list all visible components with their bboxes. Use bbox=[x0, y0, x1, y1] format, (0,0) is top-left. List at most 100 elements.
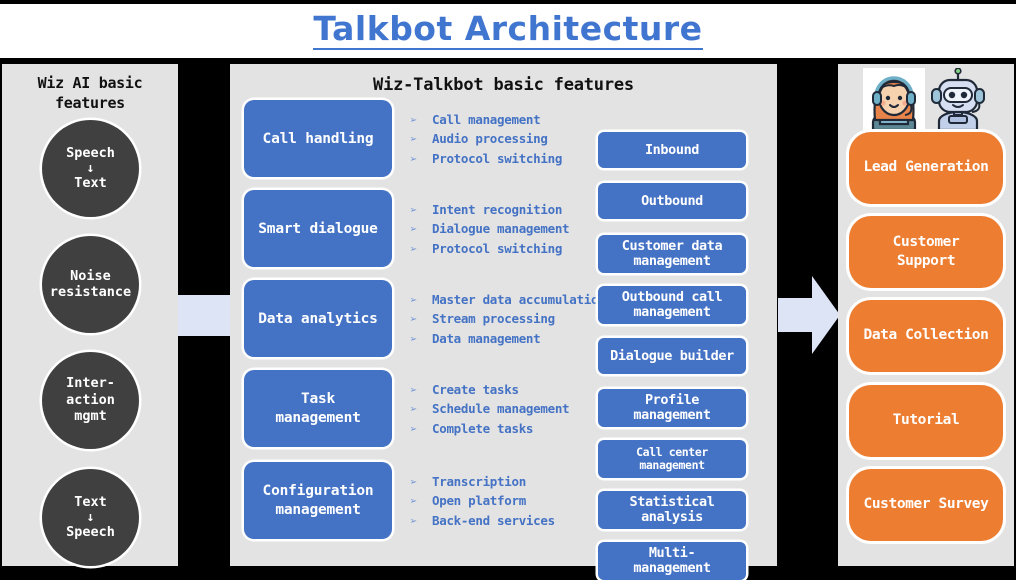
arrow-bullet-icon: ➢ bbox=[410, 132, 417, 147]
circle-label-line1: Noise bbox=[70, 267, 111, 284]
module-chip-dialogue-builder[interactable]: Dialogue builder bbox=[598, 338, 746, 375]
chip-label-line1: Customer data bbox=[621, 238, 723, 255]
circle-label-line2: resistance bbox=[49, 284, 132, 301]
circle-label-line1: Text bbox=[74, 494, 107, 511]
module-chip-list: Inbound Outbound Customer data managemen… bbox=[598, 98, 750, 580]
arrow-bullet-icon: ➢ bbox=[410, 331, 417, 346]
left-panel-heading: Wiz AI basic features bbox=[2, 64, 178, 114]
bullet-text: Protocol switching bbox=[432, 240, 563, 256]
module-chip-statistical-analysis[interactable]: Statistical analysis bbox=[598, 491, 746, 530]
arrow-bullet-icon: ➢ bbox=[410, 151, 417, 166]
chip-label-line1: Outbound call bbox=[621, 289, 723, 306]
use-case-list: Lead Generation Customer Support Data Co… bbox=[838, 132, 1014, 552]
circle-label-line1: Inter- bbox=[66, 375, 115, 392]
feature-box-data-analytics[interactable]: Data analytics bbox=[244, 280, 392, 358]
chip-label-line2: management bbox=[633, 407, 711, 424]
chip-label-line1: Statistical bbox=[629, 494, 715, 511]
use-case-label-line1: Lead Generation bbox=[863, 159, 989, 176]
bullet-text: Back-end services bbox=[432, 512, 555, 528]
arrow-bullet-icon: ➢ bbox=[410, 203, 417, 218]
module-chip-inbound[interactable]: Inbound bbox=[598, 132, 746, 169]
arrow-bullet-icon: ➢ bbox=[410, 312, 417, 327]
bullet-text: Complete tasks bbox=[432, 420, 534, 436]
chip-label-line1: Profile bbox=[644, 392, 700, 409]
arrow-bullet-icon: ➢ bbox=[410, 494, 417, 509]
use-case-customer-survey[interactable]: Customer Survey bbox=[849, 469, 1003, 541]
chip-label-line2: management bbox=[633, 304, 711, 321]
chip-label-line1: Dialogue builder bbox=[610, 347, 734, 364]
bullet-text: Dialogue management bbox=[432, 221, 570, 237]
circle-label-line2: Speech bbox=[66, 523, 115, 540]
chip-label-line2: management bbox=[633, 560, 711, 577]
chip-label-line2: analysis bbox=[641, 509, 703, 526]
arrow-bullet-icon: ➢ bbox=[410, 383, 417, 398]
agent-and-robot-illustration bbox=[838, 64, 1014, 130]
feature-box-label-line1: Configuration bbox=[262, 483, 374, 500]
down-arrow-icon: ↓ bbox=[86, 160, 95, 176]
middle-panel-body: Call handling ➢ Call management ➢ Audio … bbox=[230, 98, 777, 580]
circle-label-line3: mgmt bbox=[74, 408, 107, 425]
use-case-label-line2: Support bbox=[896, 253, 956, 269]
chip-label-line2: management bbox=[639, 458, 705, 473]
bullet-text: Call management bbox=[432, 112, 541, 128]
chip-label-line1: Inbound bbox=[644, 141, 700, 158]
module-chip-customer-data-management[interactable]: Customer data management bbox=[598, 235, 746, 274]
module-chip-profile-management[interactable]: Profile management bbox=[598, 389, 746, 428]
wiz-talkbot-basic-features-panel: Wiz-Talkbot basic features Call handling… bbox=[230, 64, 777, 580]
bullet-text: Protocol switching bbox=[432, 150, 563, 166]
use-case-label-line1: Customer Survey bbox=[863, 496, 989, 513]
use-case-label-line1: Data Collection bbox=[863, 327, 989, 344]
wiz-ai-basic-features-panel: Wiz AI basic features Speech ↓ Text Nois… bbox=[2, 64, 178, 566]
module-chip-outbound-call-management[interactable]: Outbound call management bbox=[598, 286, 746, 325]
feature-box-smart-dialogue[interactable]: Smart dialogue bbox=[244, 190, 392, 268]
use-case-customer-support[interactable]: Customer Support bbox=[849, 216, 1003, 288]
feature-box-label-line2: management bbox=[275, 501, 361, 518]
circle-label-line2: action bbox=[66, 391, 115, 408]
feature-box-label-line1: Task bbox=[300, 391, 336, 408]
bullet-text: Data management bbox=[432, 330, 541, 346]
feature-box-label-line1: Call handling bbox=[262, 130, 374, 147]
down-arrow-icon: ↓ bbox=[86, 509, 95, 525]
feature-box-configuration-management[interactable]: Configuration management bbox=[244, 462, 392, 540]
left-panel-heading-line2: features bbox=[55, 93, 125, 112]
robot-icon bbox=[931, 68, 985, 130]
use-case-label-line1: Customer bbox=[892, 233, 960, 250]
arrow-bullet-icon: ➢ bbox=[410, 222, 417, 237]
use-case-lead-generation[interactable]: Lead Generation bbox=[849, 132, 1003, 204]
call-agent-icon bbox=[863, 68, 925, 130]
use-case-tutorial[interactable]: Tutorial bbox=[849, 385, 1003, 457]
ai-capability-circle[interactable]: Inter- action mgmt bbox=[42, 351, 139, 449]
arrow-bullet-icon: ➢ bbox=[410, 241, 417, 256]
use-case-label-line1: Tutorial bbox=[892, 412, 960, 429]
connector-left-to-middle bbox=[178, 295, 230, 336]
right-arrow-icon bbox=[778, 276, 840, 354]
module-chip-multi-management[interactable]: Multi- management bbox=[598, 542, 746, 580]
bullet-text: Audio processing bbox=[432, 131, 548, 147]
arrow-bullet-icon: ➢ bbox=[410, 513, 417, 528]
bullet-text: Master data accumulation bbox=[432, 292, 606, 308]
ai-capability-circle[interactable]: Noise resistance bbox=[42, 235, 139, 333]
arrow-bullet-icon: ➢ bbox=[410, 293, 417, 308]
bullet-text: Open platform bbox=[432, 493, 526, 509]
use-case-data-collection[interactable]: Data Collection bbox=[849, 300, 1003, 372]
connector-middle-to-right-arrow bbox=[778, 272, 840, 358]
chip-label-line1: Multi- bbox=[648, 545, 696, 562]
module-chip-outbound[interactable]: Outbound bbox=[598, 183, 746, 220]
chip-label-line1: Outbound bbox=[641, 192, 703, 209]
left-panel-heading-line1: Wiz AI basic bbox=[37, 74, 143, 92]
ai-capability-circle-list: Speech ↓ Text Noise resistance Inter- ac… bbox=[2, 119, 178, 566]
circle-label-line1: Speech bbox=[66, 145, 115, 162]
feature-box-task-management[interactable]: Task management bbox=[244, 370, 392, 448]
ai-capability-circle[interactable]: Speech ↓ Text bbox=[42, 119, 139, 217]
bullet-text: Transcription bbox=[432, 474, 526, 490]
bullet-text: Stream processing bbox=[432, 311, 555, 327]
feature-box-label-line2: management bbox=[275, 409, 361, 426]
feature-box-call-handling[interactable]: Call handling bbox=[244, 100, 392, 178]
arrow-bullet-icon: ➢ bbox=[410, 475, 417, 490]
bullet-text: Intent recognition bbox=[432, 202, 563, 218]
use-cases-panel: Lead Generation Customer Support Data Co… bbox=[838, 64, 1014, 566]
ai-capability-circle[interactable]: Text ↓ Speech bbox=[42, 468, 139, 566]
title-bar: Talkbot Architecture bbox=[0, 4, 1016, 58]
module-chip-call-center-management[interactable]: Call center management bbox=[598, 440, 746, 479]
bullet-text: Schedule management bbox=[432, 401, 570, 417]
